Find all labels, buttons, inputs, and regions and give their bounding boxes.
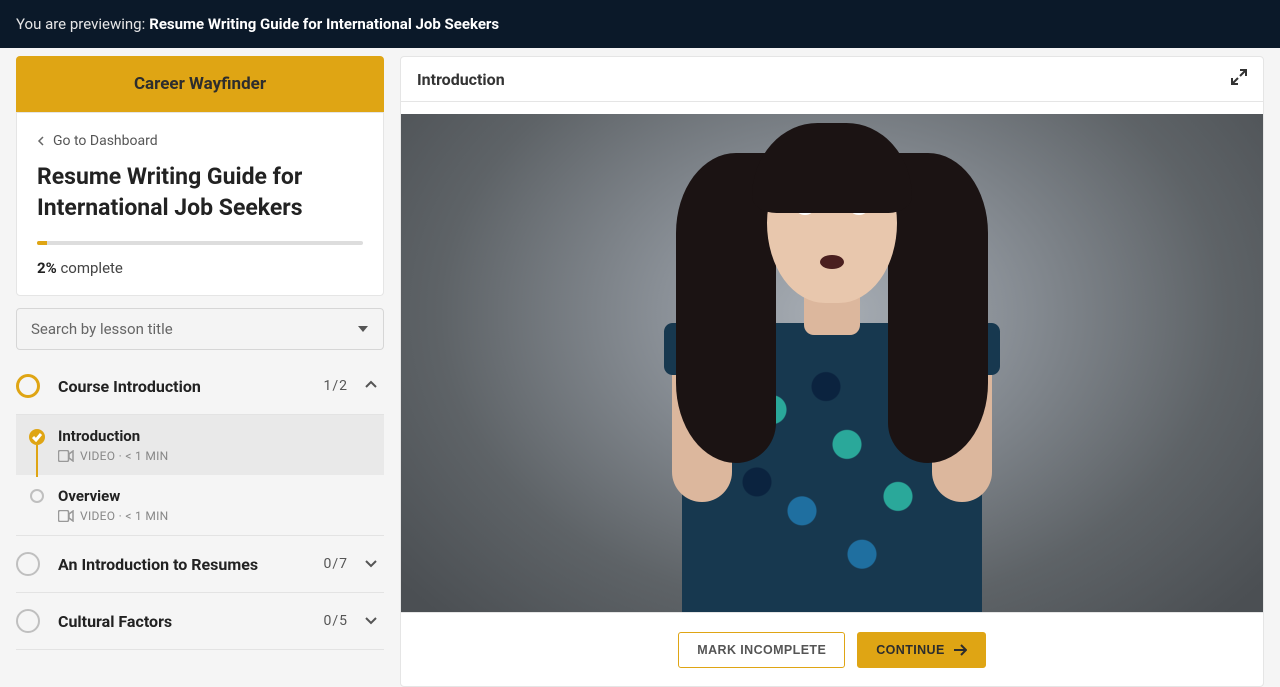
section-list: Course Introduction 1/2 Introduction (16, 358, 384, 650)
chevron-left-icon (37, 136, 47, 146)
lesson-title: Introduction (58, 427, 378, 445)
lesson-meta-text: VIDEO · < 1 MIN (80, 449, 169, 463)
progress-bar (37, 241, 363, 245)
lesson-meta: VIDEO · < 1 MIN (58, 449, 378, 463)
section-intro-to-resumes[interactable]: An Introduction to Resumes 0/7 (16, 535, 384, 593)
video-presenter-illustration (637, 114, 1027, 612)
preview-title: Resume Writing Guide for International J… (149, 15, 499, 33)
mark-incomplete-button[interactable]: MARK INCOMPLETE (678, 632, 845, 668)
check-complete-icon (29, 429, 45, 445)
progress-complete-word: complete (60, 259, 122, 277)
section-progress-ring-icon (16, 609, 40, 633)
expand-button[interactable] (1231, 69, 1247, 89)
course-card: Go to Dashboard Resume Writing Guide for… (16, 112, 384, 296)
sidebar: Career Wayfinder Go to Dashboard Resume … (16, 56, 384, 687)
lesson-overview[interactable]: Overview VIDEO · < 1 MIN (16, 475, 384, 535)
caret-down-icon (357, 323, 369, 335)
lesson-introduction[interactable]: Introduction VIDEO · < 1 MIN (16, 415, 384, 475)
section-course-introduction[interactable]: Course Introduction 1/2 (16, 358, 384, 415)
video-player[interactable] (401, 114, 1263, 612)
go-to-dashboard-link[interactable]: Go to Dashboard (37, 133, 158, 149)
section-progress-ring-icon (16, 552, 40, 576)
content-title: Introduction (417, 70, 505, 89)
content-header: Introduction (401, 57, 1263, 102)
section-label: Course Introduction (58, 377, 323, 396)
preview-bar: You are previewing: Resume Writing Guide… (0, 0, 1280, 48)
progress-percent: 2% (37, 259, 57, 277)
action-bar: MARK INCOMPLETE CONTINUE (401, 612, 1263, 686)
lesson-incomplete-icon (30, 489, 44, 503)
arrow-right-icon (953, 644, 967, 656)
preview-label: You are previewing: (16, 15, 145, 33)
chevron-up-icon (364, 377, 378, 396)
lesson-title: Overview (58, 487, 378, 505)
section-count: 1/2 (323, 378, 348, 394)
section-count: 0/7 (323, 556, 348, 572)
continue-label: CONTINUE (876, 643, 944, 657)
brand-banner: Career Wayfinder (16, 56, 384, 112)
content-pane: Introduction (400, 56, 1264, 687)
video-icon (58, 450, 74, 462)
section-label: Cultural Factors (58, 612, 323, 631)
section-label: An Introduction to Resumes (58, 555, 323, 574)
section-count: 0/5 (323, 613, 348, 629)
lesson-connector-line (36, 445, 38, 477)
progress-text: 2% complete (37, 259, 363, 277)
section-progress-ring-icon (16, 374, 40, 398)
search-placeholder: Search by lesson title (31, 320, 173, 338)
continue-button[interactable]: CONTINUE (857, 632, 985, 668)
mark-incomplete-label: MARK INCOMPLETE (697, 643, 826, 657)
search-lesson-select[interactable]: Search by lesson title (16, 308, 384, 350)
progress-fill (37, 241, 47, 245)
go-to-dashboard-label: Go to Dashboard (53, 133, 158, 149)
course-title: Resume Writing Guide for International J… (37, 161, 363, 223)
lesson-meta-text: VIDEO · < 1 MIN (80, 509, 169, 523)
lesson-meta: VIDEO · < 1 MIN (58, 509, 378, 523)
section-cultural-factors[interactable]: Cultural Factors 0/5 (16, 593, 384, 650)
video-icon (58, 510, 74, 522)
lesson-list: Introduction VIDEO · < 1 MIN Overview (16, 415, 384, 535)
chevron-down-icon (364, 612, 378, 631)
chevron-down-icon (364, 555, 378, 574)
expand-icon (1231, 69, 1247, 85)
